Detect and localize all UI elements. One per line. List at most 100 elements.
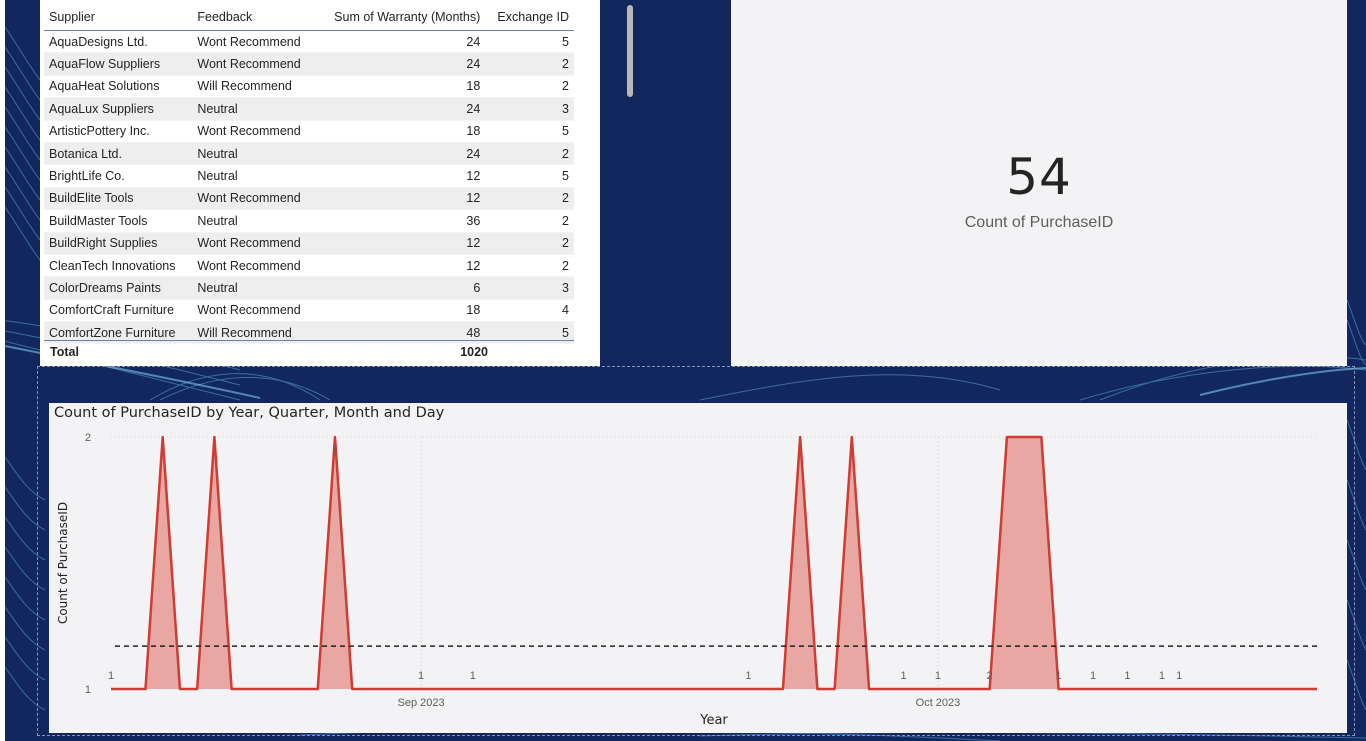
table-row[interactable]: AquaFlow Suppliers Wont Recommend 24 2 xyxy=(44,52,574,76)
cell-warranty: 12 xyxy=(315,187,486,211)
cell-supplier: BuildRight Supplies xyxy=(44,232,193,255)
cell-supplier: ArtisticPottery Inc. xyxy=(44,120,193,143)
purchase-count-card[interactable]: 54 Count of PurchaseID xyxy=(731,0,1347,366)
column-header-supplier[interactable]: Supplier xyxy=(44,4,193,31)
cell-exchange-id: 2 xyxy=(485,75,574,99)
data-label: 1 xyxy=(900,670,906,682)
data-label: 1 xyxy=(935,670,941,682)
data-label: 1 xyxy=(470,670,476,682)
cell-exchange-id: 2 xyxy=(485,187,574,211)
y-tick-label: 1 xyxy=(85,684,91,696)
cell-feedback: Wont Recommend xyxy=(192,52,316,76)
data-label: 1 xyxy=(1124,670,1130,682)
data-label: 1 xyxy=(745,670,751,682)
cell-warranty: 24 xyxy=(315,142,486,166)
table-row[interactable]: ArtisticPottery Inc. Wont Recommend 18 5 xyxy=(44,120,574,143)
cell-feedback: Will Recommend xyxy=(192,75,316,99)
cell-exchange-id: 4 xyxy=(485,299,574,323)
series-line xyxy=(111,435,1317,691)
card-label: Count of PurchaseID xyxy=(964,214,1114,231)
data-label: 1 xyxy=(1056,670,1062,682)
x-tick-label: Sep 2023 xyxy=(398,697,445,709)
cell-supplier: AquaHeat Solutions xyxy=(44,75,193,99)
data-label: 1 xyxy=(1159,670,1165,682)
cell-supplier: AquaFlow Suppliers xyxy=(44,52,193,76)
cell-feedback: Wont Recommend xyxy=(192,120,316,143)
cell-exchange-id: 3 xyxy=(485,97,574,121)
cell-exchange-id: 2 xyxy=(485,232,574,255)
table-row[interactable]: CleanTech Innovations Wont Recommend 12 2 xyxy=(44,254,574,278)
cell-exchange-id: 3 xyxy=(485,276,574,300)
table-row[interactable]: ColorDreams Paints Neutral 6 3 xyxy=(44,276,574,300)
table-scrollbar-thumb[interactable] xyxy=(627,5,633,97)
table-row[interactable]: BuildRight Supplies Wont Recommend 12 2 xyxy=(44,232,574,255)
data-label: 1 xyxy=(108,670,114,682)
cell-feedback: Wont Recommend xyxy=(192,30,316,54)
column-header-feedback[interactable]: Feedback xyxy=(192,4,316,31)
y-tick-label: 2 xyxy=(85,432,91,444)
cell-warranty: 24 xyxy=(315,52,486,76)
cell-supplier: BrightLife Co. xyxy=(44,164,193,188)
cell-warranty: 12 xyxy=(315,232,486,255)
series-area xyxy=(111,437,1317,689)
cell-exchange-id: 5 xyxy=(485,30,574,54)
data-label: 2 xyxy=(987,670,993,682)
cell-feedback: Neutral xyxy=(192,164,316,188)
total-label: Total xyxy=(50,345,79,359)
cell-exchange-id: 5 xyxy=(485,164,574,188)
data-label: 1 xyxy=(418,670,424,682)
cell-exchange-id: 2 xyxy=(485,254,574,278)
cell-warranty: 18 xyxy=(315,75,486,99)
table-row[interactable]: BuildMaster Tools Neutral 36 2 xyxy=(44,209,574,233)
cell-feedback: Wont Recommend xyxy=(192,232,316,255)
data-label: 1 xyxy=(332,445,338,457)
cell-feedback: Wont Recommend xyxy=(192,254,316,278)
cell-feedback: Wont Recommend xyxy=(192,187,316,211)
supplier-table: Supplier Feedback Sum of Warranty (Month… xyxy=(44,4,574,345)
cell-warranty: 6 xyxy=(315,276,486,300)
table-row[interactable]: AquaHeat Solutions Will Recommend 18 2 xyxy=(44,75,574,99)
cell-warranty: 12 xyxy=(315,254,486,278)
column-header-warranty[interactable]: Sum of Warranty (Months) xyxy=(315,4,486,31)
cell-feedback: Neutral xyxy=(192,142,316,166)
x-tick-label: Oct 2023 xyxy=(916,697,961,709)
data-label: 1 xyxy=(1176,670,1182,682)
cell-exchange-id: 2 xyxy=(485,52,574,76)
table-row[interactable]: AquaLux Suppliers Neutral 24 3 xyxy=(44,97,574,121)
cell-supplier: CleanTech Innovations xyxy=(44,254,193,278)
data-label: 1 xyxy=(1090,670,1096,682)
page-left-edge xyxy=(0,0,5,741)
cell-supplier: ComfortCraft Furniture xyxy=(44,299,193,323)
cell-supplier: BuildMaster Tools xyxy=(44,209,193,233)
cell-feedback: Neutral xyxy=(192,209,316,233)
cell-supplier: Botanica Ltd. xyxy=(44,142,193,166)
cell-supplier: BuildElite Tools xyxy=(44,187,193,211)
table-row[interactable]: ComfortCraft Furniture Wont Recommend 18 4 xyxy=(44,299,574,323)
table-body: AquaDesigns Ltd. Wont Recommend 24 5 AquaFlo… xyxy=(44,30,574,345)
table-total-row: Total 1020 xyxy=(44,340,574,365)
column-header-exchange-id[interactable]: Exchange ID xyxy=(485,4,574,31)
cell-supplier: ColorDreams Paints xyxy=(44,276,193,300)
purchase-trend-chart[interactable]: Count of PurchaseID by Year, Quarter, Mo… xyxy=(49,403,1347,733)
cell-warranty: 24 xyxy=(315,30,486,54)
cell-warranty: 12 xyxy=(315,164,486,188)
cell-feedback: Neutral xyxy=(192,276,316,300)
card-value: 54 xyxy=(1006,148,1072,206)
cell-exchange-id: 2 xyxy=(485,142,574,166)
cell-warranty: 18 xyxy=(315,299,486,323)
table-row[interactable]: Botanica Ltd. Neutral 24 2 xyxy=(44,142,574,166)
cell-feedback: Wont Recommend xyxy=(192,299,316,323)
table-row[interactable]: BrightLife Co. Neutral 12 5 xyxy=(44,164,574,188)
cell-feedback: Neutral xyxy=(192,97,316,121)
cell-warranty: 18 xyxy=(315,120,486,143)
cell-supplier: AquaLux Suppliers xyxy=(44,97,193,121)
table-header-row: Supplier Feedback Sum of Warranty (Month… xyxy=(44,4,574,31)
table-row[interactable]: AquaDesigns Ltd. Wont Recommend 24 5 xyxy=(44,30,574,54)
cell-exchange-id: 2 xyxy=(485,209,574,233)
cell-warranty: 36 xyxy=(315,209,486,233)
total-warranty-value: 1020 xyxy=(460,345,488,359)
table-row[interactable]: BuildElite Tools Wont Recommend 12 2 xyxy=(44,187,574,211)
y-axis-title: Count of PurchaseID xyxy=(56,502,70,624)
supplier-table-visual[interactable]: Supplier Feedback Sum of Warranty (Month… xyxy=(40,0,633,366)
cell-exchange-id: 5 xyxy=(485,120,574,143)
